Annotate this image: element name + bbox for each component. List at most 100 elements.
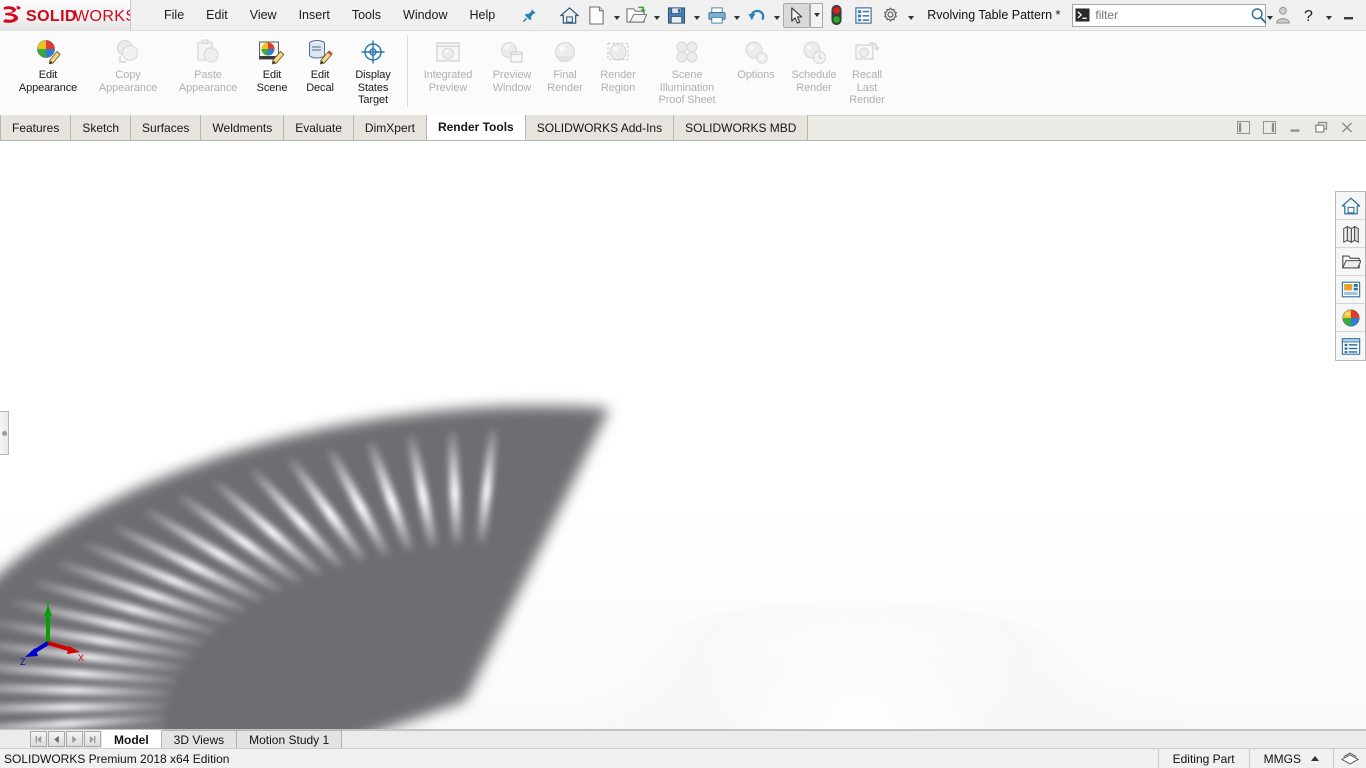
help-dropdown-button[interactable] xyxy=(1322,3,1335,28)
tab-solidworks-mbd[interactable]: SOLIDWORKS MBD xyxy=(674,115,809,140)
user-icon xyxy=(1276,6,1291,24)
integrated-preview-button[interactable]: Integrated Preview xyxy=(413,31,483,101)
user-account-button[interactable] xyxy=(1270,2,1296,28)
solidworks-logo[interactable]: SOLID WORKS xyxy=(0,0,131,31)
previous-icon xyxy=(54,735,59,743)
menu-file[interactable]: File xyxy=(153,4,195,26)
four-spheres-icon xyxy=(672,37,702,67)
menu-window[interactable]: Window xyxy=(392,4,458,26)
edit-appearance-button[interactable]: Edit Appearance xyxy=(8,31,88,101)
task-pane-view-palette[interactable] xyxy=(1336,276,1365,304)
final-render-label: Final Render xyxy=(547,69,583,94)
triad-axis-x-label: X xyxy=(78,653,84,663)
menu-edit[interactable]: Edit xyxy=(195,4,239,26)
search-input[interactable] xyxy=(1090,8,1251,22)
scene-illumination-proof-sheet-button[interactable]: Scene Illumination Proof Sheet xyxy=(647,31,727,108)
bottom-tab-3d-views[interactable]: 3D Views xyxy=(161,730,238,748)
custom-properties-list-icon xyxy=(1341,337,1360,355)
first-tab-button[interactable] xyxy=(30,731,47,747)
scene-illumination-proof-sheet-label: Scene Illumination Proof Sheet xyxy=(658,69,716,106)
tab-dimxpert[interactable]: DimXpert xyxy=(353,115,427,140)
pushpin-icon[interactable] xyxy=(518,4,540,26)
tab-surfaces[interactable]: Surfaces xyxy=(131,115,202,140)
undo-dropdown[interactable] xyxy=(770,3,783,28)
recall-last-render-button[interactable]: Recall Last Render xyxy=(843,31,891,108)
graphics-viewport[interactable]: Y X Z xyxy=(0,141,1366,729)
tab-weldments[interactable]: Weldments xyxy=(201,115,285,140)
settings-button[interactable] xyxy=(877,3,904,28)
restore-button[interactable] xyxy=(1361,2,1366,28)
status-editing-state: Editing Part xyxy=(1157,748,1249,768)
tab-solidworks-add-ins[interactable]: SOLIDWORKS Add-Ins xyxy=(525,115,675,140)
svg-text:SOLID: SOLID xyxy=(26,8,77,25)
bottom-tab-model[interactable]: Model xyxy=(102,730,162,748)
handle-dot xyxy=(1,430,7,436)
menu-help[interactable]: Help xyxy=(459,4,507,26)
bottom-tab-motion-study-1[interactable]: Motion Study 1 xyxy=(237,730,343,748)
open-document-dropdown[interactable] xyxy=(650,3,663,28)
task-pane-file-explorer[interactable] xyxy=(1336,248,1365,276)
render-options-button[interactable]: Options xyxy=(727,31,785,101)
chevron-up-icon[interactable] xyxy=(1311,756,1319,761)
panel-left-icon[interactable] xyxy=(1230,116,1256,140)
status-overlay-toggle[interactable] xyxy=(1333,748,1366,768)
new-document-button[interactable] xyxy=(583,3,610,28)
previous-tab-button[interactable] xyxy=(48,731,65,747)
panel-right-icon[interactable] xyxy=(1256,116,1282,140)
render-region-icon xyxy=(603,37,633,67)
next-tab-button[interactable] xyxy=(66,731,83,747)
tab-render-tools[interactable]: Render Tools xyxy=(426,115,526,140)
document-restore-button[interactable] xyxy=(1308,116,1334,140)
select-tool-button[interactable] xyxy=(783,2,811,28)
home-button[interactable] xyxy=(556,3,583,28)
copy-appearance-button[interactable]: Copy Appearance xyxy=(88,31,168,101)
final-render-button[interactable]: Final Render xyxy=(541,31,589,101)
edit-decal-button[interactable]: Edit Decal xyxy=(296,31,344,101)
rendered-model-canvas[interactable] xyxy=(0,141,1366,729)
settings-dropdown[interactable] xyxy=(904,3,917,28)
menu-insert[interactable]: Insert xyxy=(288,4,341,26)
task-pane-custom-properties[interactable] xyxy=(1336,332,1365,360)
task-pane xyxy=(1335,191,1366,361)
tab-evaluate[interactable]: Evaluate xyxy=(284,115,354,140)
document-minimize-button[interactable] xyxy=(1282,116,1308,140)
document-close-button[interactable] xyxy=(1334,116,1360,140)
print-dropdown[interactable] xyxy=(730,3,743,28)
schedule-render-button[interactable]: Schedule Render xyxy=(785,31,843,101)
paste-appearance-button[interactable]: Paste Appearance xyxy=(168,31,248,101)
help-button[interactable]: ? xyxy=(1296,2,1322,28)
menu-tools[interactable]: Tools xyxy=(341,4,392,26)
save-button[interactable] xyxy=(663,3,690,28)
options-list-button[interactable] xyxy=(850,3,877,28)
tab-sketch[interactable]: Sketch xyxy=(71,115,132,140)
rebuild-button[interactable] xyxy=(823,3,850,28)
render-region-label: Render Region xyxy=(600,69,636,94)
command-search-box[interactable] xyxy=(1072,3,1267,27)
new-document-dropdown[interactable] xyxy=(610,3,623,28)
svg-text:?: ? xyxy=(1304,8,1313,24)
render-region-button[interactable]: Render Region xyxy=(589,31,647,101)
flyout-panel-handle[interactable] xyxy=(0,411,9,455)
last-icon xyxy=(89,735,96,743)
bottom-tab-filler xyxy=(342,730,1366,748)
task-pane-design-library[interactable] xyxy=(1336,220,1365,248)
undo-arrow-icon xyxy=(748,9,764,20)
minimize-button[interactable] xyxy=(1335,2,1361,28)
menu-view[interactable]: View xyxy=(239,4,288,26)
preview-window-button[interactable]: Preview Window xyxy=(483,31,541,101)
save-dropdown[interactable] xyxy=(690,3,703,28)
task-pane-solidworks-resources[interactable] xyxy=(1336,192,1365,220)
coordinate-triad: Y X Z xyxy=(20,599,84,667)
select-tool-dropdown[interactable] xyxy=(810,2,824,28)
edit-scene-button[interactable]: Edit Scene xyxy=(248,31,296,101)
command-search-icon xyxy=(1075,7,1090,23)
print-button[interactable] xyxy=(703,3,730,28)
task-pane-appearances-scenes[interactable] xyxy=(1336,304,1365,332)
magnifier-icon[interactable] xyxy=(1250,7,1267,24)
last-tab-button[interactable] xyxy=(84,731,101,747)
open-document-button[interactable] xyxy=(623,3,650,28)
status-units[interactable]: MMGS xyxy=(1248,748,1333,768)
tab-features[interactable]: Features xyxy=(0,115,72,140)
undo-button[interactable] xyxy=(743,3,770,28)
display-states-target-button[interactable]: Display States Target xyxy=(344,31,402,108)
